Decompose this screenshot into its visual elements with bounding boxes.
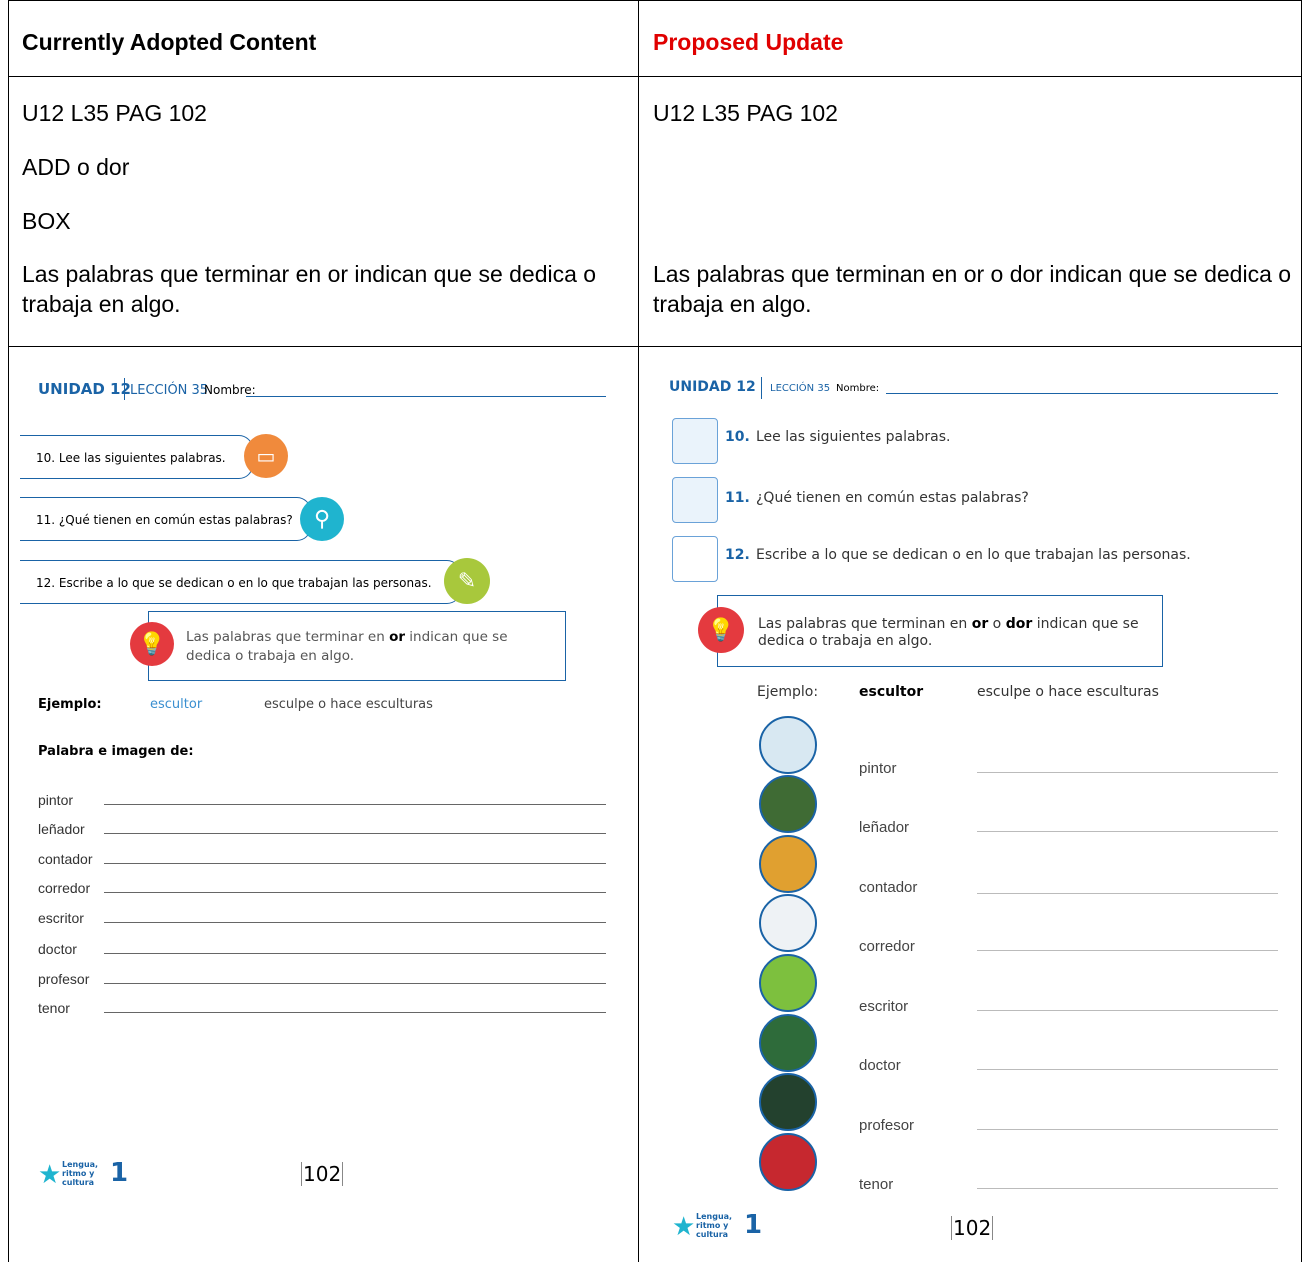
right-word-4: corredor bbox=[859, 938, 915, 955]
right-ejemplo: Ejemplo: bbox=[757, 684, 819, 700]
left-write-line-7 bbox=[104, 983, 606, 984]
painter-portrait bbox=[759, 716, 817, 774]
right-q12: Escribe a lo que se dedican o en lo que … bbox=[756, 547, 1191, 563]
right-write-line-2 bbox=[977, 831, 1278, 832]
left-ej-def: esculpe o hace esculturas bbox=[264, 697, 433, 712]
left-write-line-3 bbox=[104, 863, 606, 864]
left-logo-number: 1 bbox=[110, 1158, 129, 1188]
left-sentence: Las palabras que terminar en or indican … bbox=[22, 261, 597, 317]
row-divider bbox=[8, 346, 1302, 347]
left-word-2: leñador bbox=[38, 821, 85, 837]
left-write-line-1 bbox=[104, 804, 606, 805]
right-q10-num: 10. bbox=[725, 429, 750, 445]
right-word-6: doctor bbox=[859, 1057, 901, 1074]
left-write-line-5 bbox=[104, 922, 606, 923]
right-q12-num: 12. bbox=[725, 547, 750, 563]
right-word-7: profesor bbox=[859, 1117, 915, 1134]
column-divider bbox=[638, 0, 639, 1262]
right-word-5: escritor bbox=[859, 998, 909, 1015]
left-palabra-heading: Palabra e imagen de: bbox=[38, 744, 194, 759]
right-ej-def: esculpe o hace esculturas bbox=[977, 684, 1159, 700]
right-word-2: leñador bbox=[859, 819, 910, 836]
table-border-top bbox=[8, 0, 1302, 1]
right-write-line-7 bbox=[977, 1129, 1278, 1130]
right-q11: ¿Qué tienen en común estas palabras? bbox=[756, 490, 1029, 506]
magnifier-icon: ⚲ bbox=[300, 497, 344, 541]
left-box: BOX bbox=[22, 208, 71, 234]
left-nombre: Nombre: bbox=[204, 383, 256, 397]
right-unidad: UNIDAD 12 bbox=[669, 379, 756, 395]
left-unidad-sep bbox=[124, 378, 125, 400]
left-page-number: 102 bbox=[301, 1162, 344, 1186]
left-word-4: corredor bbox=[38, 880, 91, 896]
accountant-portrait bbox=[759, 835, 817, 893]
left-add: ADD o dor bbox=[22, 154, 130, 180]
paper-pencil-icon bbox=[672, 536, 718, 582]
right-write-line-1 bbox=[977, 772, 1278, 773]
left-write-line-4 bbox=[104, 892, 606, 893]
left-unidad: UNIDAD 12 bbox=[38, 380, 131, 398]
right-logo-text: Lengua, ritmo y cultura bbox=[696, 1212, 733, 1239]
left-word-5: escritor bbox=[38, 910, 84, 926]
left-write-line-6 bbox=[104, 953, 606, 954]
left-rule-text: Las palabras que terminar en or indican … bbox=[186, 629, 508, 664]
left-write-line-8 bbox=[104, 1012, 606, 1013]
left-ref: U12 L35 PAG 102 bbox=[22, 100, 207, 126]
left-logo-text: Lengua, ritmo y cultura bbox=[62, 1160, 99, 1187]
comparison-table: Currently Adopted Content Proposed Updat… bbox=[8, 0, 1302, 1262]
teacher-portrait bbox=[759, 1073, 817, 1131]
right-page-number: 102 bbox=[951, 1216, 994, 1240]
runner-portrait bbox=[759, 894, 817, 952]
left-word-7: profesor bbox=[38, 971, 90, 987]
header-divider bbox=[8, 76, 1302, 77]
left-q12: 12. Escribe a lo que se dedican o en lo … bbox=[36, 576, 432, 590]
left-q11: 11. ¿Qué tienen en común estas palabras? bbox=[36, 513, 293, 527]
pencil-icon: ✎ bbox=[444, 558, 490, 604]
writer-portrait bbox=[759, 954, 817, 1012]
left-word-3: contador bbox=[38, 851, 93, 867]
left-q10: 10. Lee las siguientes palabras. bbox=[36, 451, 226, 465]
left-word-1: pintor bbox=[38, 792, 74, 808]
right-nombre-line bbox=[886, 393, 1278, 394]
left-ej-word: escultor bbox=[150, 697, 203, 712]
right-sentence: Las palabras que terminan en or o dor in… bbox=[653, 261, 1292, 317]
left-logo-star-icon: ★ bbox=[38, 1160, 62, 1190]
right-word-1: pintor bbox=[859, 760, 897, 777]
right-write-line-3 bbox=[977, 893, 1278, 894]
left-write-line-2 bbox=[104, 833, 606, 834]
right-write-line-6 bbox=[977, 1069, 1278, 1070]
right-write-line-4 bbox=[977, 950, 1278, 951]
header-current: Currently Adopted Content bbox=[22, 29, 317, 55]
right-logo-star-icon: ★ bbox=[672, 1212, 696, 1242]
doctor-portrait bbox=[759, 1014, 817, 1072]
lightbulb-icon: 💡 bbox=[698, 607, 744, 653]
left-nombre-line bbox=[246, 396, 606, 397]
tenor-portrait bbox=[759, 1133, 817, 1191]
right-unidad-sep bbox=[761, 377, 762, 399]
header-proposed: Proposed Update bbox=[653, 29, 844, 55]
lightbulb-icon: 💡 bbox=[130, 622, 174, 666]
right-ej-word: escultor bbox=[859, 684, 924, 700]
right-nombre: Nombre: bbox=[836, 383, 880, 394]
kids-reading-icon bbox=[672, 418, 718, 464]
left-ejemplo: Ejemplo: bbox=[38, 697, 102, 712]
right-write-line-5 bbox=[977, 1010, 1278, 1011]
right-rule-text: Las palabras que terminan en or o dor in… bbox=[758, 616, 1139, 649]
girl-question-icon bbox=[672, 477, 718, 523]
right-write-line-8 bbox=[977, 1188, 1278, 1189]
left-word-8: tenor bbox=[38, 1000, 70, 1016]
right-ref: U12 L35 PAG 102 bbox=[653, 100, 838, 126]
right-q10: Lee las siguientes palabras. bbox=[756, 429, 951, 445]
left-word-6: doctor bbox=[38, 941, 77, 957]
woodcutter-portrait bbox=[759, 775, 817, 833]
right-word-8: tenor bbox=[859, 1176, 894, 1193]
right-q11-num: 11. bbox=[725, 490, 750, 506]
left-leccion: LECCIÓN 35 bbox=[130, 383, 209, 398]
right-logo-number: 1 bbox=[744, 1210, 763, 1240]
right-word-3: contador bbox=[859, 879, 918, 896]
table-border-left bbox=[8, 0, 9, 1262]
right-leccion: LECCIÓN 35 bbox=[770, 383, 831, 394]
book-icon: ▭ bbox=[244, 434, 288, 478]
